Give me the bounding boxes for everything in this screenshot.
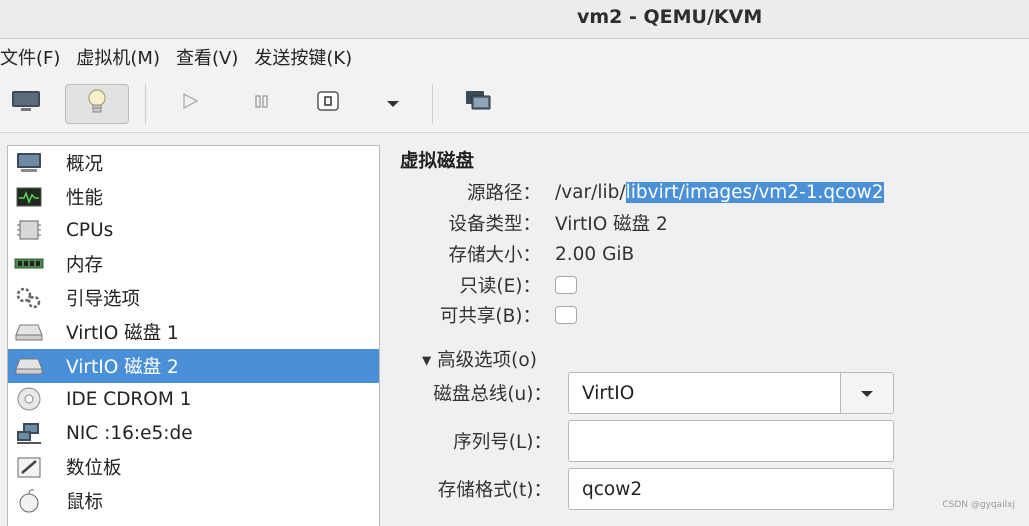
disk-bus-label: 磁盘总线(u)： (433, 384, 552, 405)
sidebar-item-performance[interactable]: 性能 (8, 180, 379, 214)
sidebar-item-memory[interactable]: 内存 (8, 247, 379, 281)
sidebar-item-label: 概况 (66, 153, 104, 175)
boot-options-icon (14, 287, 44, 309)
chevron-down-icon (386, 93, 400, 114)
storage-format-input[interactable]: qcow2 (568, 468, 894, 510)
cpu-icon (14, 219, 44, 241)
lightbulb-icon (86, 88, 108, 121)
mouse-icon (14, 489, 44, 513)
sidebar-item-nic[interactable]: NIC :16:e5:de (8, 416, 379, 450)
source-path-selection: libvirt/images/vm2-1.qcow2 (625, 181, 884, 203)
menu-send-key[interactable]: 发送按键(K) (246, 44, 360, 70)
menu-view[interactable]: 查看(V) (168, 44, 246, 70)
fullscreen-button[interactable] (456, 84, 500, 122)
sidebar-item-label: CPUs (66, 219, 114, 241)
storage-size-value: 2.00 GiB (555, 243, 635, 265)
screens-icon (463, 88, 493, 119)
sidebar-item-label: 引导选项 (66, 289, 141, 311)
source-path-prefix: /var/lib/ (555, 181, 626, 203)
sidebar-item-ide-cdrom-1[interactable]: IDE CDROM 1 (8, 383, 379, 417)
shutdown-menu-button[interactable] (380, 84, 406, 122)
menu-vm[interactable]: 虚拟机(M) (68, 44, 168, 70)
readonly-label: 只读(E)： (459, 276, 541, 297)
serial-label: 序列号(L)： (453, 432, 552, 453)
sidebar-item-label: 内存 (66, 255, 104, 277)
disk-details-panel: 虚拟磁盘 源路径： /var/lib/libvirt/images/vm2-1.… (380, 140, 1029, 520)
device-type-value: VirtIO 磁盘 2 (555, 214, 668, 235)
tablet-icon (14, 456, 44, 478)
device-type-label: 设备类型： (448, 214, 541, 235)
pause-icon (252, 91, 272, 116)
sidebar-item-label: 数位板 (66, 458, 122, 480)
menu-file[interactable]: 文件(F) (0, 44, 68, 70)
storage-format-label: 存储格式(t)： (437, 480, 552, 501)
sidebar-item-label: 鼠标 (66, 491, 104, 513)
source-path-row: 源路径： /var/lib/libvirt/images/vm2-1.qcow2 (380, 177, 884, 207)
sidebar-item-cpus[interactable]: CPUs (8, 214, 379, 248)
sidebar-item-virtio-disk-2[interactable]: VirtIO 磁盘 2 (8, 348, 379, 383)
toolbar-separator (145, 84, 146, 124)
disk-bus-dropdown-button[interactable] (840, 373, 893, 413)
performance-icon (14, 186, 44, 208)
storage-size-label: 存储大小： (448, 245, 541, 266)
sidebar-item-label: VirtIO 磁盘 2 (66, 356, 179, 378)
sidebar-item-label: IDE CDROM 1 (66, 388, 192, 410)
menu-bar: 文件(F) 虚拟机(M) 查看(V) 发送按键(K) (0, 39, 1029, 75)
sidebar-item-boot-options[interactable]: 引导选项 (8, 281, 379, 315)
readonly-row: 只读(E)： (380, 270, 577, 300)
nic-icon (14, 422, 44, 445)
sidebar-item-virtio-disk-1[interactable]: VirtIO 磁盘 1 (8, 315, 379, 349)
sidebar-item-label: VirtIO 磁盘 1 (66, 322, 179, 344)
serial-input[interactable] (568, 420, 894, 462)
disk-icon (14, 355, 44, 377)
sidebar-item-mouse[interactable]: 鼠标 (8, 484, 379, 518)
play-icon (180, 91, 200, 116)
watermark: CSDN @gyqailxj (942, 500, 1015, 510)
sidebar-item-label: 性能 (66, 187, 104, 209)
storage-size-row: 存储大小： 2.00 GiB (380, 239, 634, 269)
disk-icon (14, 321, 44, 343)
section-title: 虚拟磁盘 (400, 151, 475, 172)
power-icon (315, 89, 341, 118)
shareable-label: 可共享(B)： (439, 306, 541, 327)
shareable-row: 可共享(B)： (380, 300, 577, 330)
details-button[interactable] (65, 84, 129, 124)
serial-row: 序列号(L)： (380, 419, 894, 463)
console-button[interactable] (6, 84, 46, 122)
chevron-down-icon (860, 383, 874, 404)
source-path-value[interactable]: /var/lib/libvirt/images/vm2-1.qcow2 (555, 181, 884, 203)
sidebar-item-tablet[interactable]: 数位板 (8, 450, 379, 484)
cdrom-icon (14, 387, 44, 411)
toolbar-separator (432, 84, 433, 124)
advanced-options-expander[interactable]: ▾ 高级选项(o) (422, 346, 537, 372)
run-button[interactable] (170, 84, 210, 122)
monitor-icon (10, 88, 42, 119)
title-bar: vm2 - QEMU/KVM (0, 0, 1029, 39)
storage-format-row: 存储格式(t)： qcow2 (380, 467, 894, 511)
hardware-list: 概况 性能 CPUs 内存 引导选项 VirtIO 磁盘 1 VirtIO 磁盘… (7, 145, 380, 526)
overview-icon (14, 152, 44, 174)
window-title: vm2 - QEMU/KVM (577, 6, 763, 28)
shareable-checkbox[interactable] (555, 306, 577, 324)
disk-bus-select[interactable]: VirtIO (568, 372, 894, 414)
source-path-label: 源路径： (466, 183, 541, 204)
device-type-row: 设备类型： VirtIO 磁盘 2 (380, 208, 668, 238)
pause-button[interactable] (242, 84, 282, 122)
memory-icon (14, 253, 44, 275)
toolbar (0, 76, 1029, 133)
readonly-checkbox[interactable] (555, 276, 577, 294)
shutdown-button[interactable] (308, 84, 348, 122)
sidebar-item-overview[interactable]: 概况 (8, 146, 379, 180)
disk-bus-value: VirtIO (582, 382, 635, 404)
disk-bus-row: 磁盘总线(u)： VirtIO (380, 371, 894, 415)
sidebar-item-label: NIC :16:e5:de (66, 422, 193, 444)
